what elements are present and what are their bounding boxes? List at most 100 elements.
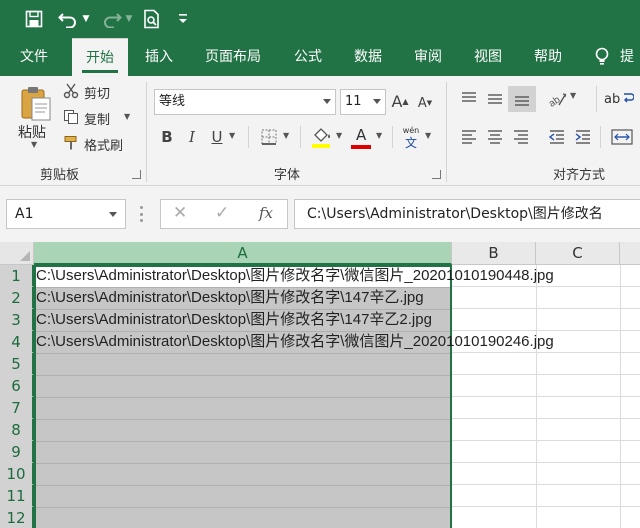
bold-button[interactable]: B <box>158 126 176 148</box>
tab-review[interactable]: 审阅 <box>404 38 452 76</box>
redo-icon <box>100 7 124 31</box>
column-header-c[interactable]: C <box>536 242 620 265</box>
cell-a2[interactable]: C:\Users\Administrator\Desktop\图片修改名字\14… <box>36 287 424 309</box>
column-header-d[interactable] <box>620 242 640 265</box>
merge-center-icon[interactable] <box>608 126 636 148</box>
shrink-font-icon[interactable]: A ▼ <box>416 92 434 114</box>
row-header[interactable]: 11 <box>0 485 34 507</box>
row-header[interactable]: 8 <box>0 419 34 441</box>
gridline <box>620 265 621 528</box>
ribbon-separator <box>446 82 447 182</box>
font-launcher-icon[interactable] <box>432 170 441 179</box>
name-box[interactable]: A1 <box>6 199 126 229</box>
underline-button[interactable]: U <box>208 126 226 148</box>
gridline <box>536 265 537 528</box>
font-name-value: 等线 <box>159 94 186 109</box>
formula-bar: A1 ✕ ✓ fx C:\Users\Administrator\Desktop… <box>0 186 640 242</box>
undo-icon[interactable] <box>56 7 80 31</box>
quick-access-toolbar: ▼ ▼ <box>0 0 640 38</box>
ribbon-separator <box>596 86 597 112</box>
font-name-select[interactable]: 等线 <box>154 89 336 115</box>
font-group-label: 字体 <box>274 168 301 183</box>
name-box-value: A1 <box>15 206 34 222</box>
phonetic-guide-icon[interactable]: wén 文 <box>400 124 422 152</box>
italic-button[interactable]: I <box>183 126 201 148</box>
copy-icon[interactable] <box>62 108 80 126</box>
copy-dropdown-icon[interactable]: ▼ <box>124 112 130 121</box>
insert-function-button[interactable]: fx <box>259 204 273 222</box>
print-preview-icon[interactable] <box>140 7 164 31</box>
cell-a4[interactable]: C:\Users\Administrator\Desktop\图片修改名字\微信… <box>36 331 554 353</box>
row-header[interactable]: 6 <box>0 375 34 397</box>
row-header[interactable]: 4 <box>0 331 34 353</box>
wrap-text-icon[interactable]: ab <box>604 88 640 110</box>
paste-icon[interactable] <box>18 84 54 122</box>
customize-qat-icon[interactable] <box>176 7 190 31</box>
phonetic-dropdown-icon[interactable]: ▼ <box>425 131 431 140</box>
borders-icon[interactable] <box>259 127 279 147</box>
clipboard-launcher-icon[interactable] <box>132 170 141 179</box>
cell-a3[interactable]: C:\Users\Administrator\Desktop\图片修改名字\14… <box>36 309 432 331</box>
font-size-select[interactable]: 11 <box>340 89 386 115</box>
bottom-align-icon[interactable] <box>508 86 536 112</box>
row-header[interactable]: 1 <box>0 265 34 287</box>
orientation-icon[interactable]: ab <box>546 88 568 110</box>
font-color-icon[interactable]: A <box>350 124 372 150</box>
formula-buttons: ✕ ✓ fx <box>160 199 288 229</box>
tab-view[interactable]: 视图 <box>464 38 512 76</box>
formula-bar-grip-icon[interactable] <box>140 206 143 222</box>
align-right-icon[interactable] <box>510 126 532 148</box>
cut-icon[interactable] <box>62 82 80 100</box>
tab-tell-me[interactable]: 提 <box>620 38 640 76</box>
formula-input[interactable]: C:\Users\Administrator\Desktop\图片修改名 <box>294 199 640 229</box>
align-left-icon[interactable] <box>458 126 480 148</box>
orientation-dropdown-icon[interactable]: ▼ <box>570 91 576 100</box>
copy-button[interactable]: 复制 <box>84 109 110 128</box>
grow-font-icon[interactable]: A ▲ <box>391 90 409 112</box>
tab-data[interactable]: 数据 <box>344 38 392 76</box>
row-header[interactable]: 10 <box>0 463 34 485</box>
tab-help[interactable]: 帮助 <box>524 38 572 76</box>
undo-dropdown-icon[interactable]: ▼ <box>81 7 91 31</box>
ribbon-separator <box>248 126 249 148</box>
fill-color-icon[interactable] <box>309 124 333 150</box>
select-all-button[interactable] <box>0 242 34 265</box>
cancel-icon[interactable]: ✕ <box>173 203 187 223</box>
column-header-b[interactable]: B <box>452 242 536 265</box>
worksheet-grid[interactable]: A B C 1 2 3 4 5 6 7 8 9 10 11 12 C:\User… <box>0 242 640 528</box>
row-header[interactable]: 2 <box>0 287 34 309</box>
decrease-indent-icon[interactable] <box>546 126 568 148</box>
borders-dropdown-icon[interactable]: ▼ <box>283 131 289 140</box>
middle-align-icon[interactable] <box>484 88 506 110</box>
row-header[interactable]: 3 <box>0 309 34 331</box>
enter-icon[interactable]: ✓ <box>215 203 229 223</box>
underline-dropdown-icon[interactable]: ▼ <box>229 131 235 140</box>
row-header[interactable]: 7 <box>0 397 34 419</box>
clipboard-group-label: 剪贴板 <box>40 168 80 183</box>
fill-color-dropdown-icon[interactable]: ▼ <box>336 131 342 140</box>
top-align-icon[interactable] <box>458 88 480 110</box>
format-painter-icon[interactable] <box>62 134 80 152</box>
tab-page-layout[interactable]: 页面布局 <box>196 38 270 76</box>
row-header[interactable]: 5 <box>0 353 34 375</box>
increase-indent-icon[interactable] <box>572 126 594 148</box>
row-header[interactable]: 12 <box>0 507 34 528</box>
paste-button[interactable]: 粘贴 <box>18 122 46 142</box>
font-size-dropdown-icon <box>373 99 381 104</box>
tab-home[interactable]: 开始 <box>72 38 128 76</box>
alignment-group-label: 对齐方式 <box>553 168 606 183</box>
save-icon[interactable] <box>22 7 46 31</box>
tab-formulas[interactable]: 公式 <box>284 38 332 76</box>
row-header[interactable]: 9 <box>0 441 34 463</box>
tab-file[interactable]: 文件 <box>8 38 60 76</box>
column-header-a[interactable]: A <box>34 242 452 265</box>
paste-dropdown-icon[interactable]: ▼ <box>31 140 37 149</box>
cut-button[interactable]: 剪切 <box>84 83 110 102</box>
tab-insert[interactable]: 插入 <box>134 38 184 76</box>
cell-a1[interactable]: C:\Users\Administrator\Desktop\图片修改名字\微信… <box>36 265 554 287</box>
format-painter-button[interactable]: 格式刷 <box>84 135 123 154</box>
tell-me-icon[interactable] <box>588 38 616 76</box>
align-center-icon[interactable] <box>484 126 506 148</box>
ribbon-separator <box>392 126 393 148</box>
font-color-dropdown-icon[interactable]: ▼ <box>376 131 382 140</box>
